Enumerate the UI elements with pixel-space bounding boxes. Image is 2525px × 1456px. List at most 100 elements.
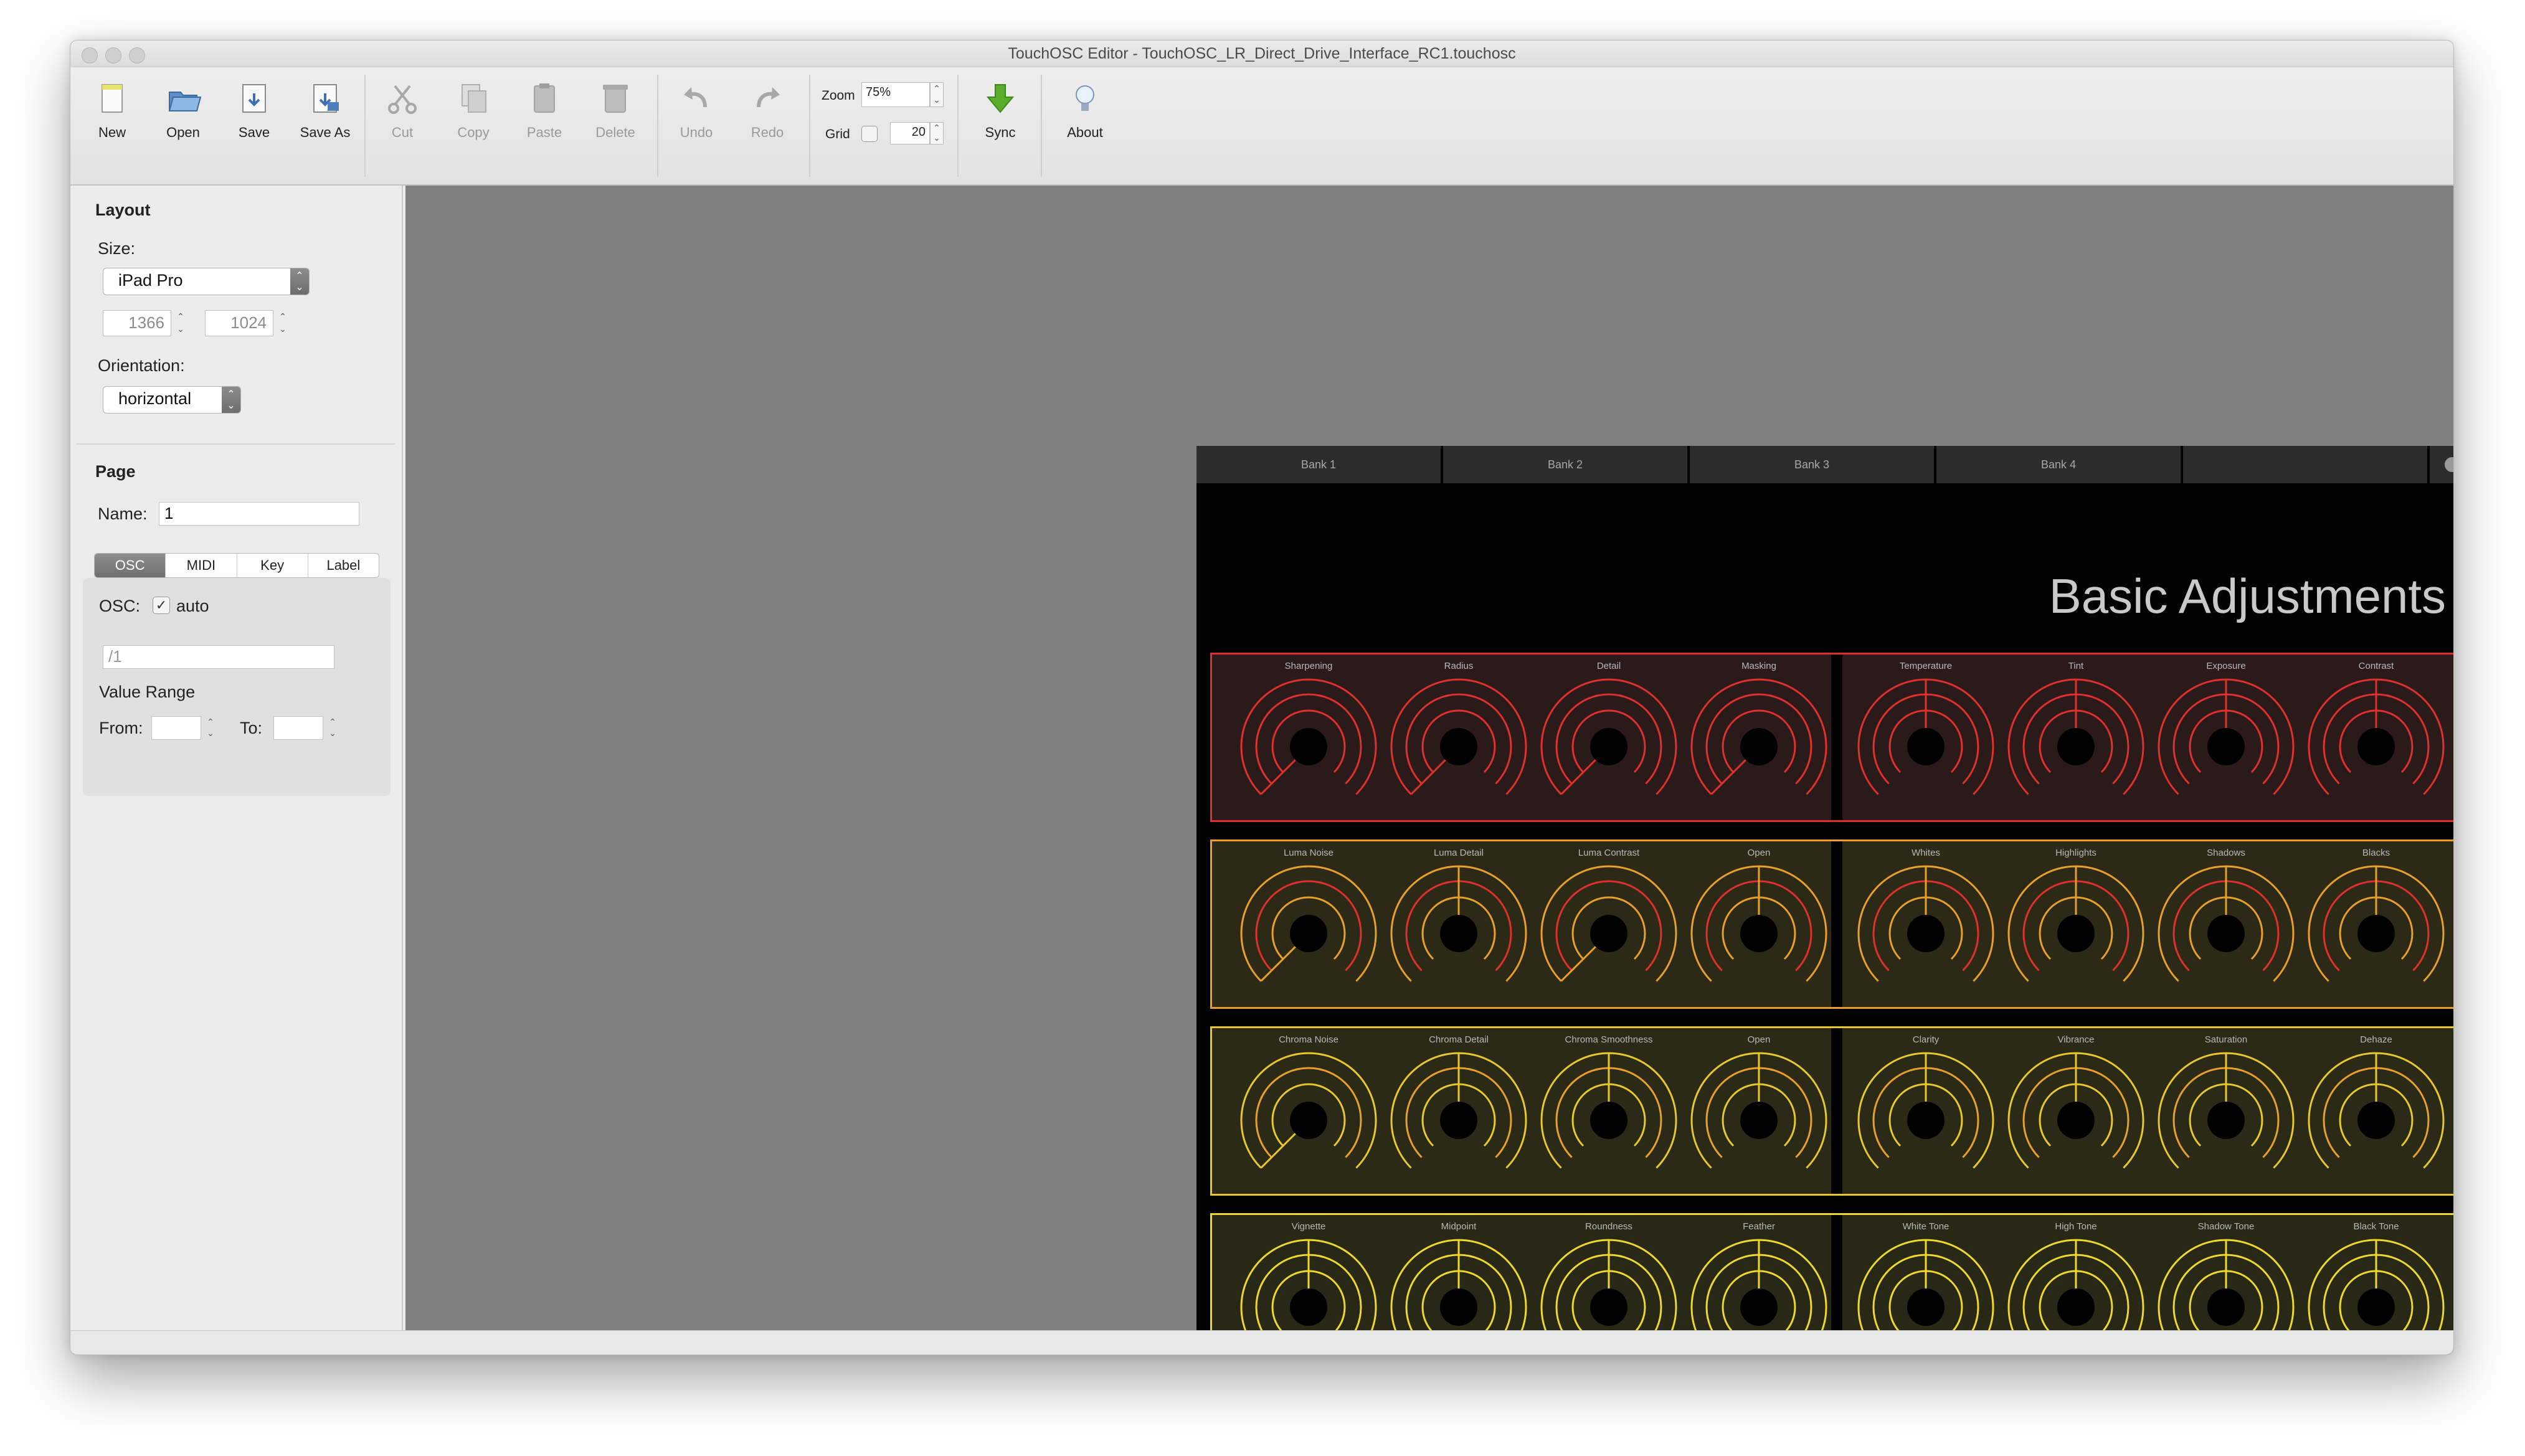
value-range-label: Value Range — [99, 683, 196, 701]
save-as-button[interactable]: Save As — [291, 80, 359, 141]
height-input[interactable]: 1024 — [205, 310, 273, 336]
rotary-knob[interactable] — [1384, 1046, 1533, 1195]
rotary-knob[interactable] — [1384, 859, 1533, 1008]
section-divider — [77, 443, 396, 445]
delete-button[interactable]: Delete — [581, 80, 650, 141]
auto-checkbox[interactable]: ✓ — [153, 597, 170, 614]
osc-label: OSC: — [99, 597, 141, 615]
zoom-select[interactable]: 75% — [861, 82, 930, 107]
knob-body — [2057, 1288, 2095, 1326]
rotary-knob[interactable] — [1534, 1046, 1684, 1195]
knob-body — [2207, 1102, 2245, 1139]
page-heading: Basic Adjustments — [2049, 569, 2446, 623]
knob-body — [1440, 915, 1477, 952]
tab-bank-4[interactable]: Bank 4 — [1936, 446, 2181, 483]
knob-body — [2357, 915, 2395, 952]
rotary-knob[interactable] — [1234, 859, 1383, 1008]
rotary-knob[interactable] — [1534, 859, 1684, 1008]
tab-label[interactable]: Label — [308, 554, 379, 577]
grid-size-input[interactable]: 20 — [890, 122, 930, 144]
from-input[interactable] — [151, 716, 201, 740]
zoom-dropdown-arrow[interactable]: ⌃ ⌄ — [930, 82, 944, 107]
toolbar-separator — [364, 75, 366, 177]
width-input[interactable]: 1366 — [103, 310, 171, 336]
rotary-knob[interactable] — [1851, 1046, 2001, 1195]
rotary-knob[interactable] — [1684, 672, 1834, 821]
tab-bank-2[interactable]: Bank 2 — [1443, 446, 1687, 483]
property-tabs: OSC MIDI Key Label — [94, 553, 379, 578]
sync-label: Sync — [985, 125, 1016, 140]
rotary-knob[interactable] — [1684, 1046, 1834, 1195]
paste-button[interactable]: Paste — [510, 80, 579, 141]
sync-button[interactable]: Sync — [966, 80, 1035, 141]
to-stepper[interactable]: ⌃ ⌄ — [326, 716, 339, 740]
rotary-knob[interactable] — [2301, 859, 2451, 1008]
page-name-input[interactable]: 1 — [159, 502, 359, 526]
tab-osc[interactable]: OSC — [95, 554, 166, 577]
to-label: To: — [240, 719, 263, 737]
about-label: About — [1067, 125, 1103, 140]
from-stepper[interactable]: ⌃ ⌄ — [204, 716, 217, 740]
rotary-knob[interactable] — [1234, 672, 1383, 821]
height-stepper[interactable]: ⌃ ⌄ — [276, 310, 290, 336]
to-input[interactable] — [273, 716, 323, 740]
new-button[interactable]: New — [78, 80, 146, 141]
knob-body — [1907, 1102, 1945, 1139]
knob-body — [2057, 1102, 2095, 1139]
knob-label: Shadows — [2207, 848, 2245, 858]
tab-bank-1[interactable]: Bank 1 — [1196, 446, 1441, 483]
tab-bank-5[interactable] — [2183, 446, 2427, 483]
scissors-icon — [384, 80, 421, 117]
copy-button[interactable]: Copy — [439, 80, 508, 141]
open-button[interactable]: Open — [149, 80, 217, 141]
cut-label: Cut — [391, 125, 414, 140]
sync-arrow-icon — [982, 80, 1019, 117]
knob-label: Radius — [1444, 661, 1474, 671]
copy-icon — [455, 80, 492, 117]
size-select[interactable]: iPad Pro ⌃ ⌄ — [103, 268, 310, 295]
title-bar: TouchOSC Editor - TouchOSC_LR_Direct_Dri… — [70, 40, 2453, 67]
rotary-knob[interactable] — [2301, 672, 2451, 821]
undo-button[interactable]: Undo — [662, 80, 731, 141]
rotary-knob[interactable] — [1684, 859, 1834, 1008]
rotary-knob[interactable] — [2151, 1046, 2301, 1195]
knob-label: Vibrance — [2057, 1034, 2095, 1045]
grid-size-stepper[interactable]: ⌃ ⌄ — [930, 122, 944, 144]
save-icon — [235, 80, 273, 117]
rotary-knob[interactable] — [2001, 672, 2151, 821]
rotary-knob[interactable] — [2151, 672, 2301, 821]
new-label: New — [98, 125, 126, 140]
undo-label: Undo — [680, 125, 713, 140]
rotary-knob[interactable] — [2151, 859, 2301, 1008]
knob-body — [1590, 1288, 1627, 1326]
redo-label: Redo — [751, 125, 784, 140]
knob-label: Whites — [1912, 848, 1940, 858]
rotary-knob[interactable] — [1851, 859, 2001, 1008]
tab-key[interactable]: Key — [237, 554, 308, 577]
rotary-knob[interactable] — [1851, 672, 2001, 821]
tab-bank-3[interactable]: Bank 3 — [1690, 446, 1934, 483]
knob-label: Black Tone — [2353, 1221, 2399, 1232]
redo-button[interactable]: Redo — [733, 80, 802, 141]
cut-button[interactable]: Cut — [368, 80, 437, 141]
toolbar-separator — [809, 75, 810, 177]
about-button[interactable]: About — [1051, 80, 1119, 141]
layout-canvas[interactable]: Bank 1 Bank 2 Bank 3 Bank 4 Basic Adjust… — [405, 186, 2453, 1354]
rotary-knob[interactable] — [2001, 859, 2151, 1008]
rotary-knob[interactable] — [1234, 1046, 1383, 1195]
knob-label: Feather — [1743, 1221, 1775, 1232]
grid-checkbox[interactable] — [861, 126, 878, 142]
toolbar-separator — [1041, 75, 1042, 177]
save-button[interactable]: Save — [220, 80, 288, 141]
name-label: Name: — [98, 504, 148, 523]
tab-midi[interactable]: MIDI — [166, 554, 237, 577]
rotary-knob[interactable] — [2301, 1046, 2451, 1195]
rotary-knob[interactable] — [2001, 1046, 2151, 1195]
layout-section-title: Layout — [95, 201, 151, 219]
orientation-select[interactable]: horizontal ⌃ ⌄ — [103, 386, 241, 414]
rotary-knob[interactable] — [1534, 672, 1684, 821]
rotary-knob[interactable] — [1384, 672, 1533, 821]
width-stepper[interactable]: ⌃ ⌄ — [174, 310, 187, 336]
knob-body — [1440, 1102, 1477, 1139]
osc-address-input[interactable]: /1 — [103, 645, 334, 669]
